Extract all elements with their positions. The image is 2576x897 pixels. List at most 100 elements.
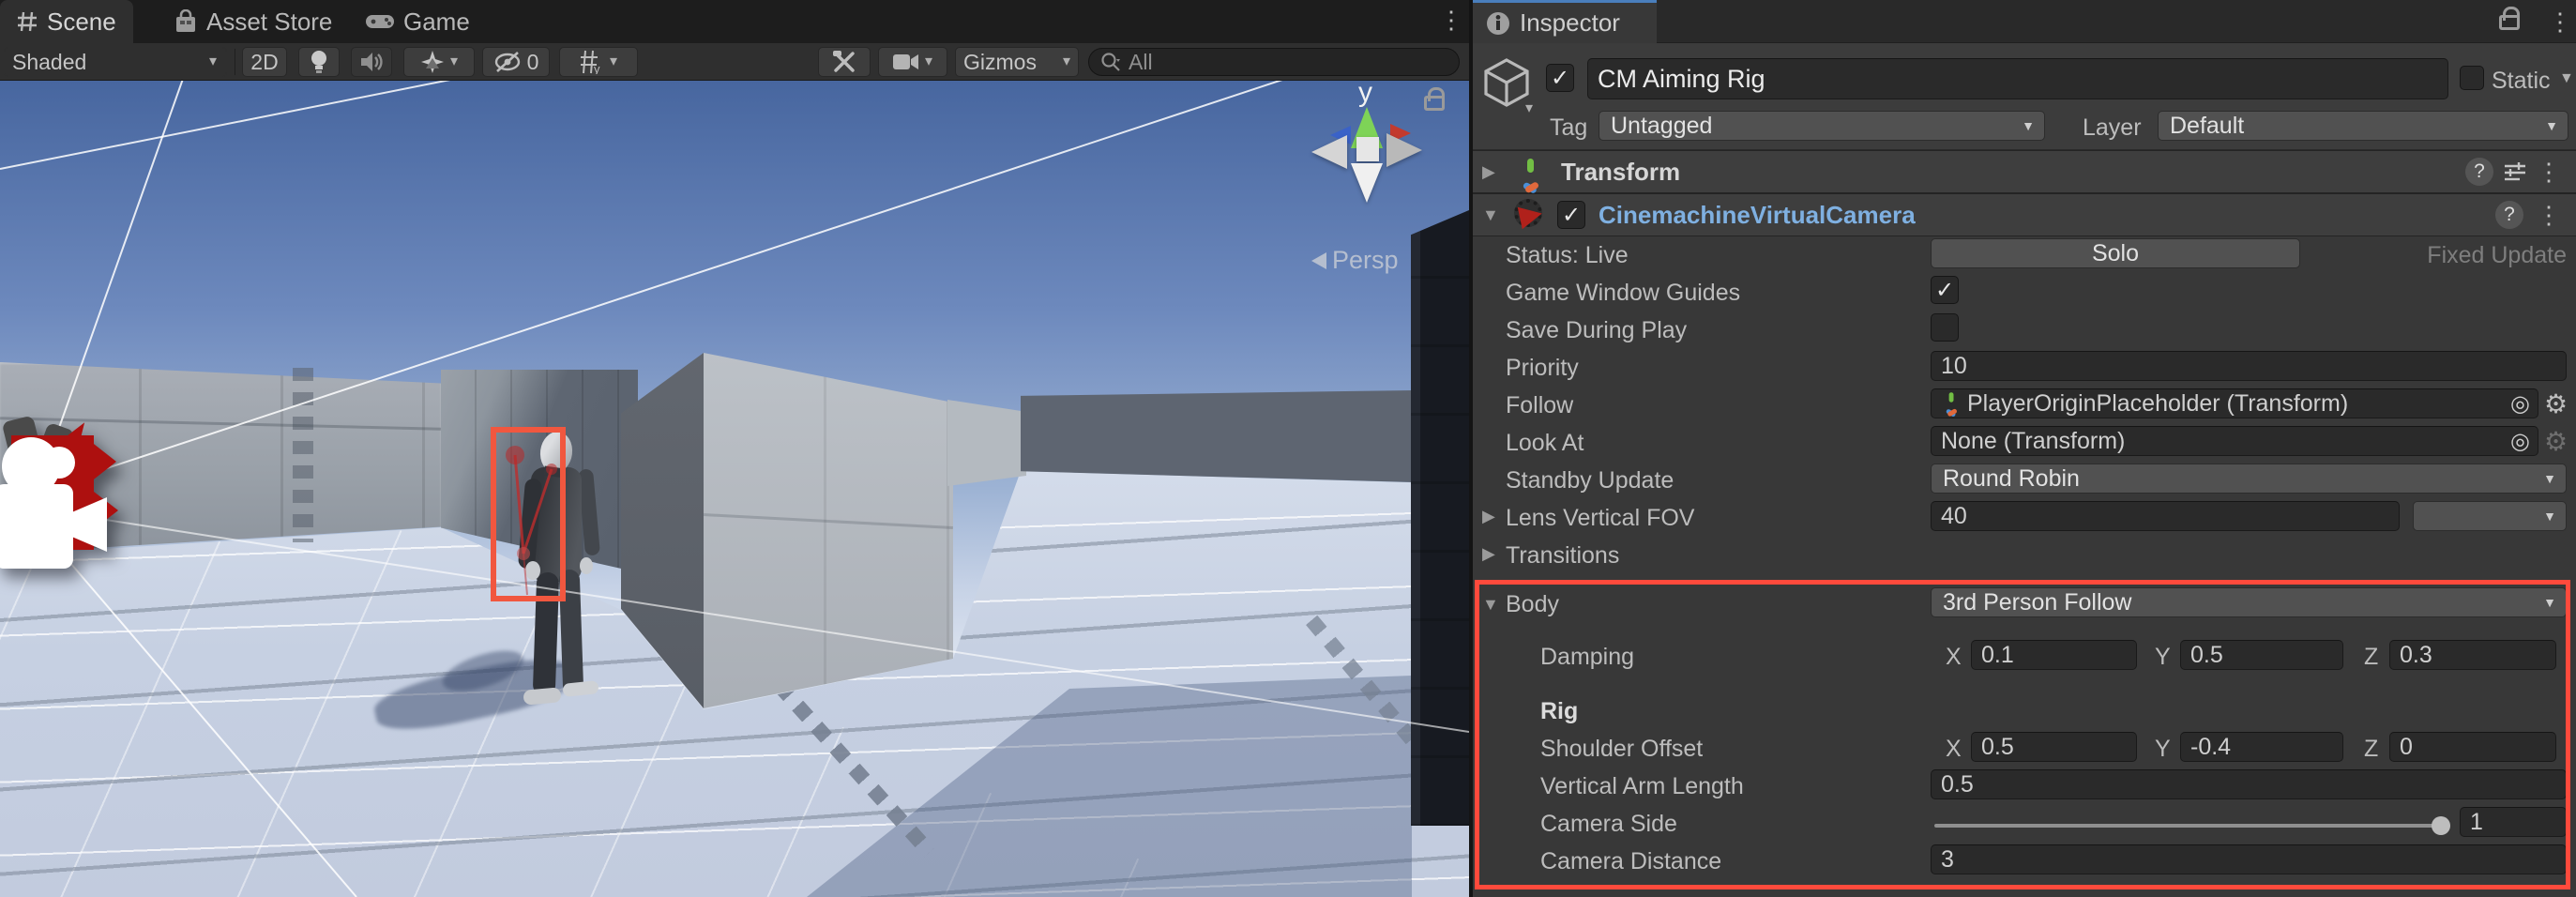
transitions-label: Transitions (1506, 542, 1619, 570)
shoulder-z-value: 0 (2400, 734, 2413, 761)
toggle-2d-button[interactable]: 2D (242, 47, 287, 77)
object-picker-icon[interactable]: ◎ (2510, 428, 2530, 455)
lens-preset-dropdown[interactable]: ▼ (2413, 501, 2567, 531)
guides-checkbox[interactable]: ✓ (1931, 276, 1959, 304)
gizmo-bottom-cone (1351, 163, 1383, 203)
chevron-down-icon: ▼ (2543, 472, 2556, 485)
wrench-hammer-icon (831, 49, 857, 75)
shoulder-y-input[interactable]: -0.4 (2180, 732, 2343, 762)
vcam-title: CinemachineVirtualCamera (1599, 201, 1916, 230)
foldout-open-icon[interactable]: ▼ (1482, 205, 1503, 225)
tag-dropdown[interactable]: Untagged ▼ (1599, 111, 2045, 141)
scene-viewport[interactable]: y Persp (0, 81, 1469, 897)
standby-label: Standby Update (1506, 467, 1674, 494)
axis-x-label: X (1946, 736, 1962, 763)
chevron-down-icon: ▾ (209, 54, 217, 69)
help-icon[interactable]: ? (2495, 201, 2523, 229)
gameobject-header: ▾ ✓ CM Aiming Rig Static ▼ Tag Untagged … (1473, 43, 2576, 150)
persp-label: Persp (1332, 246, 1399, 275)
component-menu-icon[interactable]: ⋮ (2537, 203, 2561, 227)
inspector-menu-icon[interactable]: ⋮ (2548, 9, 2572, 34)
damping-x-input[interactable]: 0.1 (1971, 640, 2137, 670)
static-checkbox[interactable] (2460, 66, 2484, 90)
gameobject-name-value: CM Aiming Rig (1598, 65, 1765, 94)
gizmos-label: Gizmos (963, 50, 1037, 75)
standby-value: Round Robin (1943, 465, 2080, 493)
damping-y-input[interactable]: 0.5 (2180, 640, 2343, 670)
lens-foldout-icon[interactable]: ▶ (1482, 507, 1503, 526)
transform-component-header[interactable]: ▶ Transform ? ⋮ (1473, 150, 2576, 193)
lighting-toggle-button[interactable] (298, 47, 340, 77)
camera-settings-dropdown[interactable]: ▾ (878, 47, 947, 77)
view-lock-icon[interactable] (1424, 96, 1445, 111)
cinemachine-camera-gizmo[interactable] (0, 418, 122, 597)
lens-fov-input[interactable]: 40 (1931, 501, 2400, 531)
gameobject-cube-icon (1482, 56, 1531, 109)
scene-search-input[interactable]: All (1088, 48, 1460, 76)
scene-visibility-button[interactable]: 0 (482, 47, 550, 77)
axis-z-label: Z (2364, 736, 2378, 763)
priority-input[interactable]: 10 (1931, 351, 2567, 381)
priority-value: 10 (1941, 353, 1967, 380)
chevron-down-icon: ▼ (2022, 119, 2035, 132)
damping-z-input[interactable]: 0.3 (2389, 640, 2556, 670)
tab-asset-store[interactable]: Asset Store (158, 0, 349, 43)
vertical-arm-length-input[interactable]: 0.5 (1931, 769, 2567, 799)
tag-value: Untagged (1611, 113, 1712, 140)
camera-side-input[interactable]: 1 (2460, 807, 2567, 837)
shading-mode-dropdown[interactable]: Shaded ▾ (4, 47, 227, 77)
gameobject-icon-caret[interactable]: ▾ (1525, 101, 1533, 116)
camera-side-slider-track[interactable] (1934, 824, 2448, 828)
foldout-closed-icon[interactable]: ▶ (1482, 162, 1503, 182)
lookat-object-field[interactable]: None (Transform) ◎ (1931, 426, 2538, 456)
tab-scene[interactable]: Scene (0, 0, 133, 43)
follow-gear-icon[interactable]: ⚙ (2544, 388, 2568, 419)
vcam-component-header[interactable]: ▼ ✓ CinemachineVirtualCamera ? ⋮ (1473, 193, 2576, 236)
body-algorithm-dropdown[interactable]: 3rd Person Follow ▼ (1931, 587, 2567, 617)
vcam-enabled-checkbox[interactable]: ✓ (1557, 201, 1585, 229)
camera-distance-input[interactable]: 3 (1931, 844, 2567, 874)
lookat-gear-icon[interactable]: ⚙ (2544, 426, 2568, 457)
component-menu-icon[interactable]: ⋮ (2537, 160, 2561, 184)
videocam-icon (893, 53, 919, 71)
gameobject-name-input[interactable]: CM Aiming Rig (1587, 58, 2448, 99)
effects-toggle-dropdown[interactable]: ▾ (403, 47, 475, 77)
gameobject-active-checkbox[interactable]: ✓ (1546, 64, 1574, 92)
vertical-arm-length-value: 0.5 (1941, 771, 1974, 798)
camera-side-slider-handle[interactable] (2432, 816, 2450, 835)
inspector-lock-icon[interactable] (2499, 15, 2520, 30)
orientation-gizmo[interactable]: y Persp (1304, 81, 1469, 325)
follow-value: PlayerOriginPlaceholder (Transform) (1967, 390, 2348, 418)
static-caret-icon[interactable]: ▼ (2559, 71, 2574, 86)
follow-object-field[interactable]: PlayerOriginPlaceholder (Transform) ◎ (1931, 388, 2538, 418)
tab-game[interactable]: Game (349, 0, 487, 43)
damping-x-value: 0.1 (1981, 642, 2014, 669)
save-during-play-checkbox[interactable] (1931, 313, 1959, 342)
asset-store-bag-icon (174, 9, 197, 34)
damping-label: Damping (1540, 644, 1634, 671)
scene-tab-menu-icon[interactable]: ⋮ (1439, 8, 1463, 32)
object-picker-icon[interactable]: ◎ (2510, 390, 2530, 418)
gizmos-dropdown[interactable]: Gizmos ▾ (955, 47, 1079, 77)
standby-dropdown[interactable]: Round Robin ▼ (1931, 464, 2567, 494)
transitions-foldout-icon[interactable]: ▶ (1482, 544, 1503, 564)
solo-button[interactable]: Solo (1931, 238, 2300, 268)
body-foldout-icon[interactable]: ▼ (1482, 595, 1503, 615)
lookat-label: Look At (1506, 430, 1583, 457)
grid-settings-dropdown[interactable]: y ▾ (559, 47, 638, 77)
projection-toggle[interactable]: Persp (1311, 246, 1399, 275)
damping-y-value: 0.5 (2190, 642, 2223, 669)
chevron-down-icon: ▼ (2543, 509, 2556, 523)
help-icon[interactable]: ? (2465, 158, 2493, 186)
gizmo-center-cube (1356, 137, 1379, 161)
hidden-count: 0 (527, 50, 539, 75)
inspector-tabbar: Inspector ⋮ (1473, 0, 2576, 43)
shoulder-x-input[interactable]: 0.5 (1971, 732, 2137, 762)
tab-inspector[interactable]: Inspector (1473, 0, 1657, 43)
shoulder-z-input[interactable]: 0 (2389, 732, 2556, 762)
layer-dropdown[interactable]: Default ▼ (2158, 111, 2568, 141)
component-tools-button[interactable] (818, 47, 871, 77)
presets-icon[interactable] (2503, 160, 2527, 184)
toggle-2d-label: 2D (250, 50, 278, 75)
audio-toggle-button[interactable] (351, 47, 392, 77)
